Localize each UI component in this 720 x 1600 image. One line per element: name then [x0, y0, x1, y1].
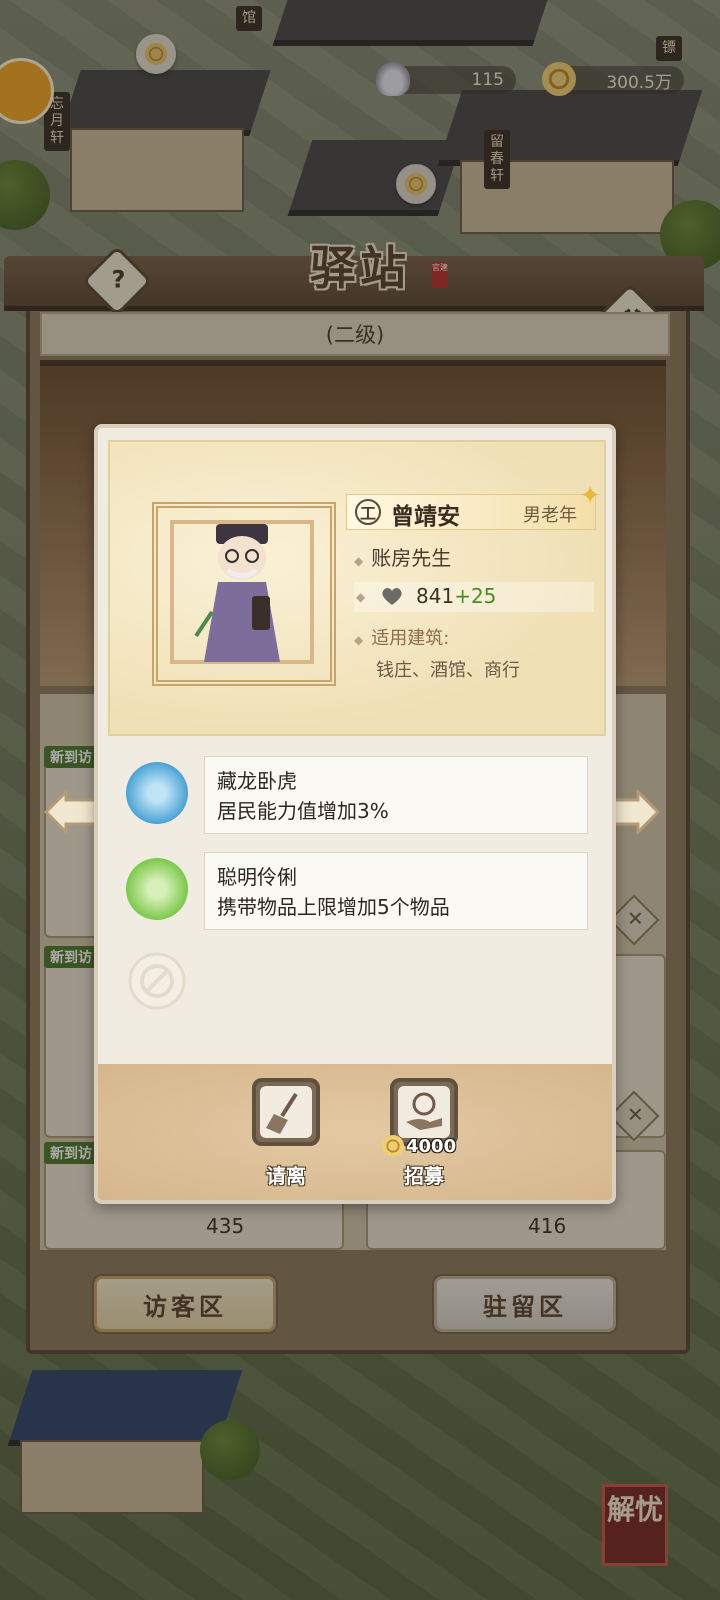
visitor-detail-popup: 工 曾靖安 男老年 ✦ ◆ 账房先生 ◆ 841+25 ◆ 适用建筑: 钱庄、酒馆、…	[94, 424, 616, 1204]
popup-action-bar: 请离 4000 招募	[98, 1064, 612, 1200]
visitor-name-bar: 工 曾靖安 男老年 ✦	[346, 481, 601, 530]
skill-card: 聪明伶俐 携带物品上限增加5个物品	[204, 852, 588, 930]
diamond-bullet-icon: ◆	[354, 554, 364, 568]
dismiss-label: 请离	[266, 1164, 306, 1188]
copper-coin-icon	[382, 1135, 404, 1157]
buildings-label-row: ◆ 适用建筑:	[354, 624, 449, 650]
recruit-cost-value: 4000	[406, 1135, 457, 1157]
ability-heart-icon	[382, 588, 402, 605]
dismiss-button[interactable]: 请离	[246, 1078, 326, 1189]
locked-skill-row	[108, 944, 602, 1024]
previous-visitor-arrow-icon[interactable]	[44, 790, 100, 834]
visitor-gender-age: 男老年	[523, 505, 577, 526]
visitor-power-row: ◆ 841+25	[354, 582, 594, 612]
sparkle-icon: ✦	[579, 481, 601, 511]
skill-card: 藏龙卧虎 居民能力值增加3%	[204, 756, 588, 834]
skill-name: 聪明伶俐	[217, 865, 297, 889]
pouch-skill-icon	[126, 858, 188, 920]
visitor-profession-row: ◆ 账房先生	[354, 542, 451, 571]
visitor-profession: 账房先生	[371, 546, 452, 570]
ability-bonus: +25	[454, 584, 497, 608]
broom-icon	[252, 1078, 320, 1146]
rank-icon: 工	[355, 499, 381, 525]
ability-value: 841	[416, 584, 455, 608]
locked-skill-icon	[128, 952, 186, 1010]
recruit-label: 招募	[404, 1164, 444, 1188]
diamond-bullet-icon: ◆	[354, 633, 364, 647]
diamond-bullet-icon: ◆	[356, 590, 366, 604]
recruit-button[interactable]: 4000 招募	[382, 1078, 466, 1189]
tiger-skill-icon	[126, 762, 188, 824]
recruit-cost: 4000	[382, 1134, 466, 1158]
buildings-label: 适用建筑:	[371, 628, 450, 649]
visitor-ability: 841+25	[416, 584, 496, 608]
visitor-profile: 工 曾靖安 男老年 ✦ ◆ 账房先生 ◆ 841+25 ◆ 适用建筑: 钱庄、酒馆、…	[108, 440, 606, 736]
skill-description: 居民能力值增加3%	[217, 799, 389, 823]
accountant-character-portrait	[194, 524, 280, 662]
skill-name: 藏龙卧虎	[217, 769, 297, 793]
skill-row: 藏龙卧虎 居民能力值增加3%	[108, 756, 602, 836]
skill-description: 携带物品上限增加5个物品	[217, 895, 450, 919]
applicable-buildings: 钱庄、酒馆、商行	[376, 660, 520, 681]
visitor-name: 曾靖安	[391, 503, 460, 530]
skill-row: 聪明伶俐 携带物品上限增加5个物品	[108, 852, 602, 932]
